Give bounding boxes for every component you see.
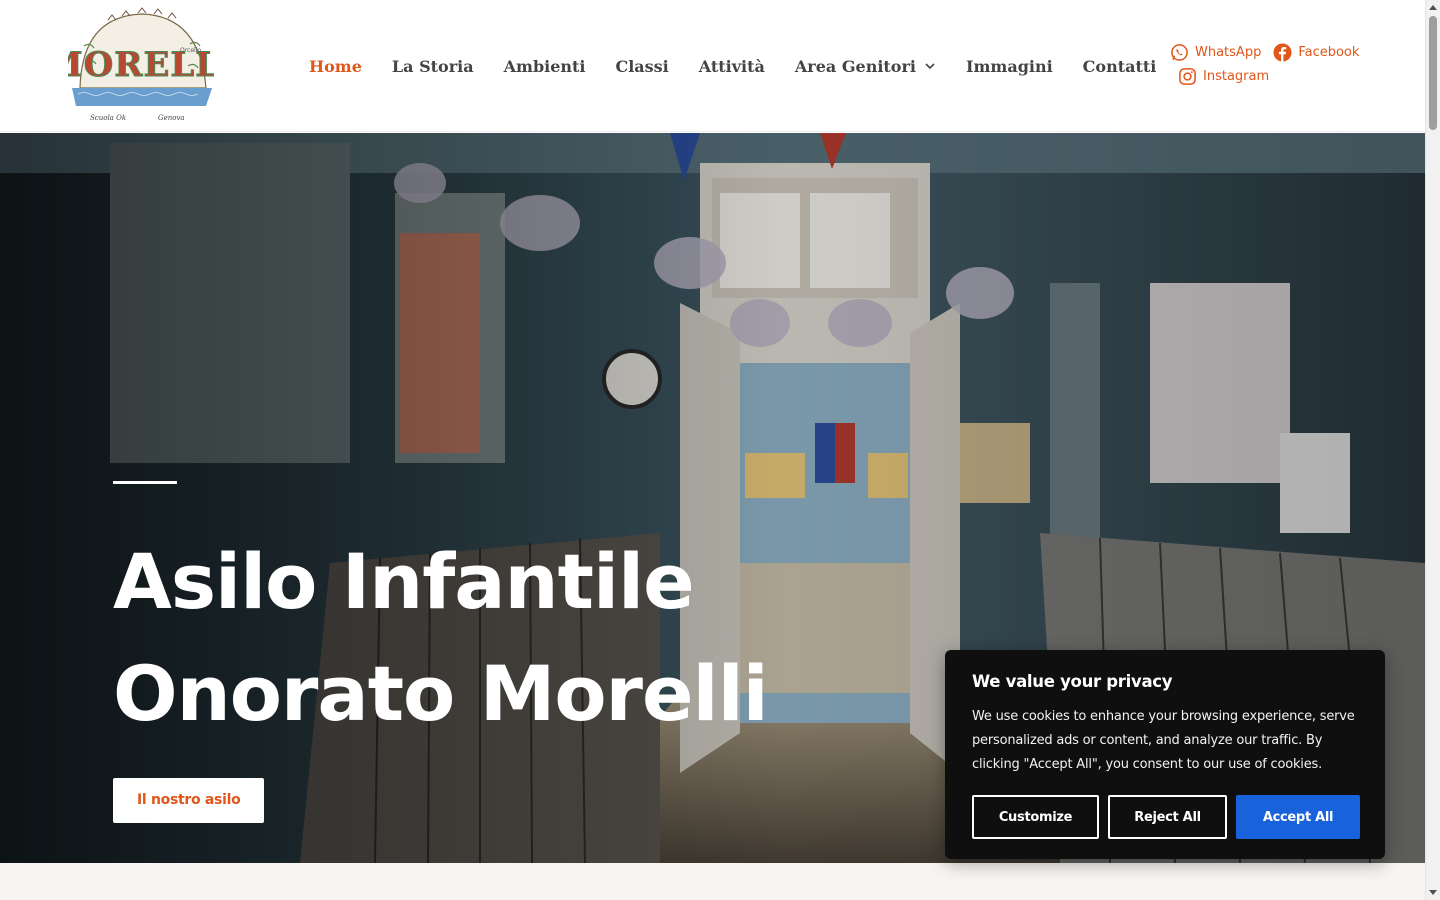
cookie-banner-text: We use cookies to enhance your browsing … [972, 709, 1355, 772]
nav-item-area-genitori[interactable]: Area Genitori [780, 57, 951, 76]
hero-title-line-2: Onorato Morelli [113, 649, 769, 738]
cookie-accept-all-button[interactable]: Accept All [1236, 795, 1360, 839]
main-navigation: Home La Storia Ambienti Classi Attività … [294, 44, 1171, 88]
logo-small-left: Scuola Ok [90, 114, 126, 122]
hero-title: Asilo Infantile Onorato Morelli [113, 526, 813, 750]
cookie-banner-title: We value your privacy [972, 672, 1173, 691]
nav-item-home[interactable]: Home [294, 57, 377, 76]
site-logo[interactable]: MORELLI Orcello Scuola Ok Genova [68, 6, 214, 128]
social-whatsapp-link[interactable]: WhatsApp [1170, 42, 1261, 62]
nav-item-la-storia[interactable]: La Storia [377, 57, 489, 76]
cookie-banner-actions: Customize Reject All Accept All [972, 795, 1360, 839]
cookie-consent-banner: We value your privacy We use cookies to … [945, 650, 1385, 859]
site-header: MORELLI Orcello Scuola Ok Genova Home La… [0, 0, 1425, 132]
nav-item-contatti[interactable]: Contatti [1068, 57, 1172, 76]
chevron-down-icon [925, 63, 935, 70]
nav-item-immagini[interactable]: Immagini [951, 57, 1068, 76]
instagram-label: Instagram [1203, 68, 1270, 84]
scroll-thumb[interactable] [1429, 16, 1437, 130]
social-links: WhatsApp Facebook Instagram [1170, 42, 1370, 90]
scroll-down-arrow-icon[interactable] [1429, 890, 1437, 895]
nav-item-ambienti[interactable]: Ambienti [489, 57, 601, 76]
next-section-title-fragment [120, 889, 350, 900]
logo-small-right: Genova [158, 114, 185, 122]
hero-accent-line [113, 481, 177, 484]
nav-item-area-genitori-label: Area Genitori [794, 56, 916, 76]
social-instagram-link[interactable]: Instagram [1178, 66, 1269, 86]
whatsapp-label: WhatsApp [1195, 44, 1262, 60]
logo-small-top: Orcello [180, 47, 201, 54]
instagram-icon [1179, 67, 1196, 85]
cookie-customize-button[interactable]: Customize [972, 795, 1099, 839]
social-facebook-link[interactable]: Facebook [1273, 42, 1359, 62]
hero-title-line-1: Asilo Infantile [113, 537, 695, 626]
next-section [0, 863, 1425, 900]
hero-content: Asilo Infantile Onorato Morelli Il nostr… [113, 481, 813, 823]
scroll-up-arrow-icon[interactable] [1429, 5, 1437, 10]
facebook-label: Facebook [1298, 44, 1360, 60]
whatsapp-icon [1171, 43, 1188, 61]
hero-cta-button[interactable]: Il nostro asilo [113, 778, 265, 823]
cookie-reject-all-button[interactable]: Reject All [1108, 795, 1227, 839]
facebook-icon [1273, 42, 1292, 62]
logo-illustration: MORELLI Orcello Scuola Ok Genova [68, 7, 214, 122]
nav-item-attivita[interactable]: Attività [684, 57, 780, 76]
page-scrollbar[interactable] [1425, 0, 1440, 900]
nav-item-classi[interactable]: Classi [600, 57, 683, 76]
